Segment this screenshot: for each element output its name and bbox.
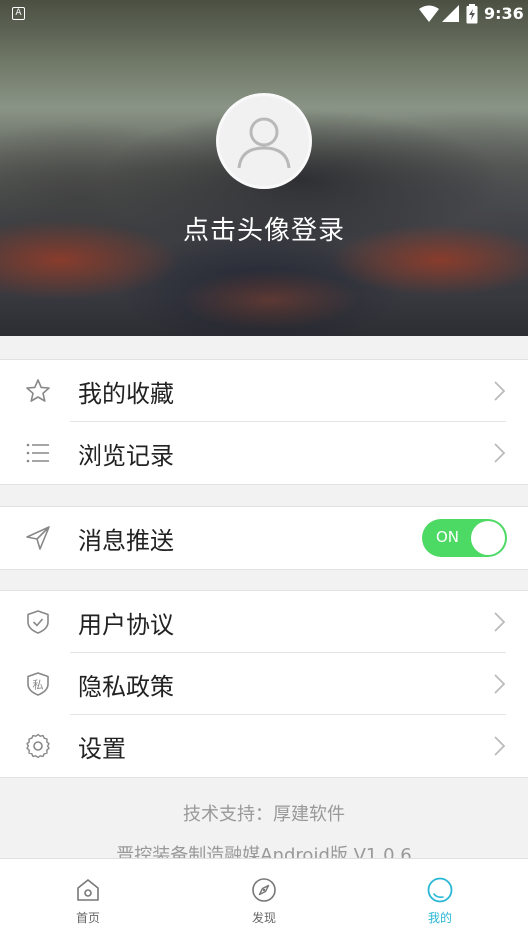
shield-check-icon [27,610,49,634]
profile-screen: A 9:36 点击头像登录 我的收藏 浏览记录 消息推送 ON 用户协议 私 隐… [0,0,528,936]
wifi-icon [419,5,439,22]
status-bar: A 9:36 [0,0,528,28]
notification-icon: A [12,7,25,20]
chevron-right-icon [494,443,506,463]
menu-item-user-agreement[interactable]: 用户协议 [0,591,528,653]
support-text: 技术支持：厚建软件 [183,804,345,825]
battery-icon [466,4,478,24]
menu-item-history[interactable]: 浏览记录 [0,422,528,484]
menu-item-favorites[interactable]: 我的收藏 [0,360,528,422]
privacy-icon-text: 私 [33,679,44,692]
home-icon [77,879,99,901]
avatar[interactable] [216,93,312,189]
profile-circle-icon [427,877,453,903]
list-icon [26,443,49,463]
nav-item-home[interactable]: 首页 [0,859,176,936]
menu-item-label: 设置 [78,735,126,763]
chevron-right-icon [494,612,506,632]
chevron-right-icon [494,736,506,756]
default-avatar-icon [237,117,291,169]
chevron-right-icon [494,381,506,401]
push-toggle[interactable]: ON [422,519,507,557]
menu-item-label: 浏览记录 [78,442,174,470]
menu-item-label: 用户协议 [78,611,174,639]
chevron-right-icon [494,674,506,694]
nav-item-mine[interactable]: 我的 [352,859,528,936]
menu-group-notifications: 消息推送 ON [0,506,528,570]
menu-item-push: 消息推送 ON [0,507,528,569]
status-clock: 9:36 [484,4,524,23]
menu-item-label: 隐私政策 [78,673,174,701]
nav-label: 发现 [251,911,276,925]
bottom-nav: 首页 发现 我的 [0,858,528,936]
menu-group-collections: 我的收藏 浏览记录 [0,359,528,485]
gear-icon [26,733,50,759]
menu-item-label: 我的收藏 [78,380,174,408]
toggle-knob [471,521,505,555]
compass-icon [252,878,276,902]
privacy-shield-icon: 私 [27,672,49,696]
nav-item-discover[interactable]: 发现 [176,859,352,936]
login-hint[interactable]: 点击头像登录 [0,210,528,247]
menu-item-privacy-policy[interactable]: 私 隐私政策 [0,653,528,715]
send-icon [26,526,50,550]
toggle-text: ON [436,528,460,546]
signal-icon [442,5,459,22]
menu-item-label: 消息推送 [78,527,174,555]
menu-item-settings[interactable]: 设置 [0,715,528,777]
star-icon [26,379,50,402]
nav-label: 我的 [427,911,452,925]
menu-group-settings: 用户协议 私 隐私政策 设置 [0,590,528,778]
nav-label: 首页 [75,911,100,925]
